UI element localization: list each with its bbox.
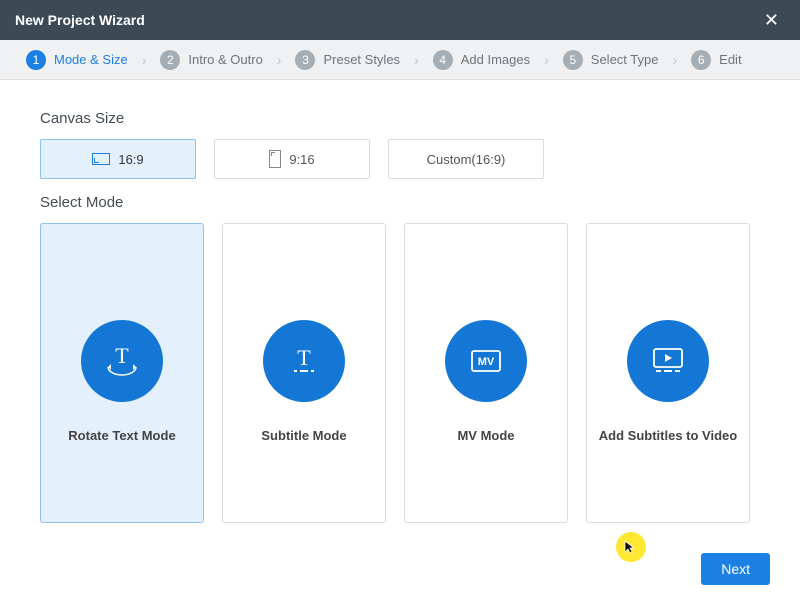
mode-grid: T Rotate Text Mode T Subtitle Mode xyxy=(40,223,760,523)
step-number: 4 xyxy=(433,50,453,70)
step-number: 1 xyxy=(26,50,46,70)
canvas-size-title: Canvas Size xyxy=(40,110,760,127)
canvas-option-custom[interactable]: Custom(16:9) xyxy=(388,139,544,179)
mode-label: MV Mode xyxy=(451,428,520,443)
step-intro-outro[interactable]: 2 Intro & Outro xyxy=(154,50,268,70)
step-label: Select Type xyxy=(591,52,659,67)
subtitle-icon: T xyxy=(263,320,345,402)
portrait-icon xyxy=(269,150,281,168)
next-button[interactable]: Next xyxy=(701,553,770,585)
landscape-icon xyxy=(92,153,110,165)
canvas-option-label: 16:9 xyxy=(118,152,143,167)
step-label: Intro & Outro xyxy=(188,52,262,67)
step-mode-size[interactable]: 1 Mode & Size xyxy=(20,50,134,70)
step-label: Mode & Size xyxy=(54,52,128,67)
mode-card-rotate-text[interactable]: T Rotate Text Mode xyxy=(40,223,204,523)
mode-label: Subtitle Mode xyxy=(255,428,352,443)
canvas-option-16-9[interactable]: 16:9 xyxy=(40,139,196,179)
mode-label: Add Subtitles to Video xyxy=(593,428,743,443)
mode-label: Rotate Text Mode xyxy=(62,428,181,443)
step-edit[interactable]: 6 Edit xyxy=(685,50,747,70)
canvas-option-9-16[interactable]: 9:16 xyxy=(214,139,370,179)
canvas-option-label: Custom(16:9) xyxy=(427,152,506,167)
mode-card-mv[interactable]: MV MV Mode xyxy=(404,223,568,523)
select-mode-title: Select Mode xyxy=(40,194,760,211)
window-title: New Project Wizard xyxy=(15,12,145,28)
titlebar: New Project Wizard ✕ xyxy=(0,0,800,40)
step-preset-styles[interactable]: 3 Preset Styles xyxy=(289,50,406,70)
chevron-right-icon: › xyxy=(672,52,677,68)
rotate-text-icon: T xyxy=(81,320,163,402)
step-label: Add Images xyxy=(461,52,530,67)
step-number: 3 xyxy=(295,50,315,70)
canvas-options-row: 16:9 9:16 Custom(16:9) xyxy=(40,139,760,179)
close-icon[interactable]: ✕ xyxy=(758,8,785,33)
wizard-stepper: 1 Mode & Size › 2 Intro & Outro › 3 Pres… xyxy=(0,40,800,80)
chevron-right-icon: › xyxy=(414,52,419,68)
step-label: Preset Styles xyxy=(323,52,400,67)
step-add-images[interactable]: 4 Add Images xyxy=(427,50,536,70)
chevron-right-icon: › xyxy=(544,52,549,68)
svg-text:T: T xyxy=(115,343,129,368)
cursor-highlight xyxy=(616,532,646,562)
step-number: 6 xyxy=(691,50,711,70)
chevron-right-icon: › xyxy=(142,52,147,68)
step-label: Edit xyxy=(719,52,741,67)
step-select-type[interactable]: 5 Select Type xyxy=(557,50,665,70)
mode-card-subtitle[interactable]: T Subtitle Mode xyxy=(222,223,386,523)
mode-card-add-subtitles[interactable]: Add Subtitles to Video xyxy=(586,223,750,523)
video-subtitles-icon xyxy=(627,320,709,402)
mv-icon: MV xyxy=(445,320,527,402)
content-area: Canvas Size 16:9 9:16 Custom(16:9) Selec… xyxy=(0,80,800,523)
step-number: 5 xyxy=(563,50,583,70)
svg-text:MV: MV xyxy=(478,356,495,368)
step-number: 2 xyxy=(160,50,180,70)
svg-text:T: T xyxy=(297,345,311,370)
canvas-option-label: 9:16 xyxy=(289,152,314,167)
chevron-right-icon: › xyxy=(277,52,282,68)
footer: Next xyxy=(701,553,770,585)
